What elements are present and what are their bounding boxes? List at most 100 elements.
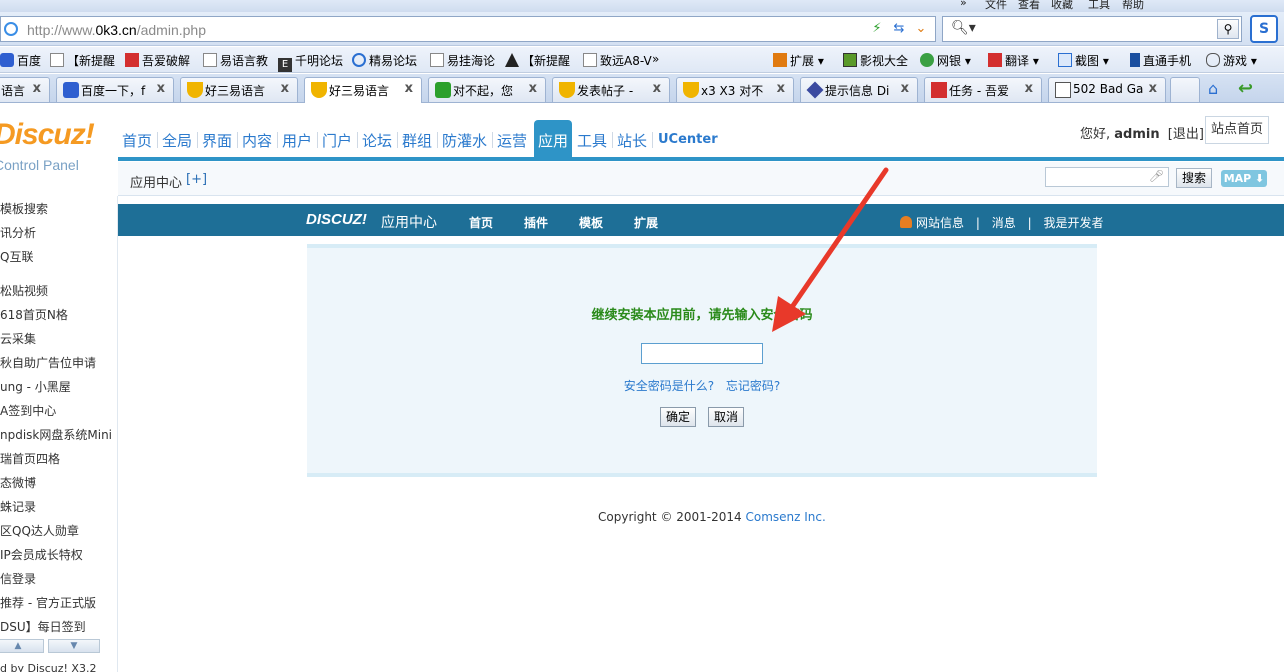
lightning-icon[interactable]: ⚡ — [867, 19, 887, 39]
tab-1[interactable]: 语言 x — [0, 77, 50, 102]
bookmark-qianming[interactable]: E 千明论坛 — [278, 52, 343, 72]
sidebar-item[interactable]: ung - 小黑屋 — [0, 378, 71, 395]
confirm-button[interactable]: 确定 — [660, 407, 696, 427]
search-icon[interactable]: 🔍︎▾ — [951, 20, 976, 36]
map-button[interactable]: MAP ⬇ — [1221, 170, 1267, 187]
bookmark-games[interactable]: 游戏 ▾ — [1206, 52, 1257, 69]
close-icon[interactable]: x — [653, 81, 661, 96]
sidebar-item[interactable]: IP会员成长特权 — [0, 546, 83, 563]
bookmark-baidu[interactable]: 百度 — [0, 52, 41, 69]
nav-portal[interactable]: 门户 — [322, 130, 352, 151]
nav-antispam[interactable]: 防灌水 — [442, 130, 487, 151]
bookmark-new-alert[interactable]: 【新提醒 — [50, 52, 115, 69]
close-icon[interactable]: x — [529, 81, 537, 96]
tab-7[interactable]: x3 X3 对不 x — [676, 77, 794, 102]
menu-double-chevron[interactable]: » — [960, 0, 967, 9]
admin-search-button[interactable]: 搜索 — [1176, 168, 1212, 188]
bookmark-new-alert-2[interactable]: 【新提醒 — [505, 52, 570, 69]
close-icon[interactable]: x — [281, 81, 289, 96]
tab-2[interactable]: 百度一下，f x — [56, 77, 174, 102]
tab-6[interactable]: 发表帖子 -x — [552, 77, 670, 102]
tab-5[interactable]: 对不起，您 x — [428, 77, 546, 102]
tab-8[interactable]: 提示信息 Di x — [800, 77, 918, 102]
appcenter-nav-templates[interactable]: 模板 — [579, 214, 603, 231]
nav-home[interactable]: 首页 — [122, 130, 152, 151]
bookmark-zhiyuan[interactable]: 致远A8-V — [583, 52, 652, 69]
menu-file[interactable]: 文件 — [985, 0, 1007, 12]
cancel-button[interactable]: 取消 — [708, 407, 744, 427]
nav-style[interactable]: 界面 — [202, 130, 232, 151]
browser-extension-icon[interactable]: S — [1250, 15, 1278, 43]
menu-help[interactable]: 帮助 — [1122, 0, 1144, 12]
sidebar-item[interactable]: 蛛记录 — [0, 498, 36, 515]
admin-search-input[interactable]: 🎤︎ — [1045, 167, 1169, 187]
bookmark-ebank[interactable]: 网银 ▾ — [920, 52, 971, 69]
nav-ucenter[interactable]: UCenter — [658, 132, 718, 147]
what-is-password-link[interactable]: 安全密码是什么? — [624, 379, 714, 393]
close-icon[interactable]: x — [1025, 81, 1033, 96]
scroll-down-icon[interactable]: ▼ — [48, 639, 100, 653]
appcenter-nav-plugins[interactable]: 插件 — [524, 214, 548, 231]
close-icon[interactable]: x — [901, 81, 909, 96]
sidebar-item[interactable]: 区QQ达人勋章 — [0, 522, 79, 539]
bookmark-screenshot[interactable]: 截图 ▾ — [1058, 52, 1109, 69]
sidebar-item[interactable]: 瑞首页四格 — [0, 450, 60, 467]
nav-content[interactable]: 内容 — [242, 130, 272, 151]
bookmark-jingyi[interactable]: 精易论坛 — [352, 52, 417, 69]
menu-view[interactable]: 查看 — [1018, 0, 1040, 12]
menu-favorites[interactable]: 收藏 — [1051, 0, 1073, 12]
sidebar-item[interactable]: 推荐 - 官方正式版 — [0, 594, 96, 611]
site-home-button[interactable]: 站点首页 — [1205, 116, 1269, 144]
bookmark-translate[interactable]: 翻译 ▾ — [988, 52, 1039, 69]
nav-group[interactable]: 群组 — [402, 130, 432, 151]
sidebar-item[interactable]: 讯分析 — [0, 224, 36, 241]
close-icon[interactable]: x — [777, 81, 785, 96]
sidebar-item[interactable]: 模板搜索 — [0, 200, 48, 217]
appcenter-nav-extensions[interactable]: 扩展 — [634, 214, 658, 231]
add-shortcut-link[interactable]: [+] — [186, 172, 207, 187]
sidebar-item[interactable]: 云采集 — [0, 330, 36, 347]
bookmark-extensions[interactable]: 扩展 ▾ — [773, 52, 824, 69]
back-arrow-icon[interactable]: ↩ — [1238, 78, 1253, 99]
nav-user[interactable]: 用户 — [282, 130, 312, 151]
sidebar-item[interactable]: 松贴视频 — [0, 282, 48, 299]
menu-tools[interactable]: 工具 — [1088, 0, 1110, 12]
bookmark-52pojie[interactable]: 吾爱破解 — [125, 52, 190, 69]
nav-apps-active[interactable]: 应用 — [534, 120, 573, 160]
tab-9[interactable]: 任务 - 吾爱 x — [924, 77, 1042, 102]
sidebar-item[interactable]: 态微博 — [0, 474, 36, 491]
sidebar-item[interactable]: Q互联 — [0, 248, 33, 265]
security-password-input[interactable] — [641, 343, 763, 364]
developer-link[interactable]: 我是开发者 — [1043, 216, 1103, 230]
sidebar-item[interactable]: 618首页N格 — [0, 306, 68, 323]
site-info-link[interactable]: 网站信息 — [916, 216, 964, 230]
nav-operation[interactable]: 运营 — [497, 130, 527, 151]
bookmark-eyuyan[interactable]: 易语言教 — [203, 52, 268, 69]
nav-global[interactable]: 全局 — [162, 130, 192, 151]
sidebar-item[interactable]: DSU】每日签到 — [0, 618, 86, 635]
nav-tools[interactable]: 工具 — [577, 130, 607, 151]
tab-10[interactable]: 502 Bad Ga x — [1048, 77, 1166, 102]
dropdown-chevron-icon[interactable]: ⌄ — [911, 19, 931, 39]
sidebar-item[interactable]: 秋自助广告位申请 — [0, 354, 96, 371]
tab-3[interactable]: 好三易语言 x — [180, 77, 298, 102]
address-bar[interactable]: http://www.0k3.cn/admin.php ⚡ ⇆ ⌄ — [0, 16, 936, 42]
home-icon[interactable]: ⌂ — [1208, 79, 1218, 98]
bookmark-phone[interactable]: 直通手机 — [1130, 52, 1191, 69]
sidebar-item[interactable]: npdisk网盘系统Mini — [0, 426, 112, 443]
company-link[interactable]: Comsenz Inc. — [746, 510, 826, 524]
bookmarks-more-chevron[interactable]: » — [652, 52, 659, 66]
tab-4-active[interactable]: 好三易语言 x — [304, 77, 422, 103]
close-icon[interactable]: x — [33, 81, 41, 96]
browser-search-box[interactable]: 🔍︎▾ ⚲ — [942, 16, 1242, 42]
bookmark-videos[interactable]: 影视大全 — [843, 52, 908, 69]
scroll-up-icon[interactable]: ▲ — [0, 639, 44, 653]
bookmark-yigua[interactable]: 易挂海论 — [430, 52, 495, 69]
nav-forum[interactable]: 论坛 — [362, 130, 392, 151]
forgot-password-link[interactable]: 忘记密码? — [726, 379, 780, 393]
logout-link[interactable]: [退出] — [1168, 127, 1204, 142]
new-tab-button[interactable] — [1170, 77, 1200, 102]
close-icon[interactable]: x — [405, 81, 413, 96]
nav-webmaster[interactable]: 站长 — [617, 130, 647, 151]
search-go-button[interactable]: ⚲ — [1217, 19, 1239, 39]
